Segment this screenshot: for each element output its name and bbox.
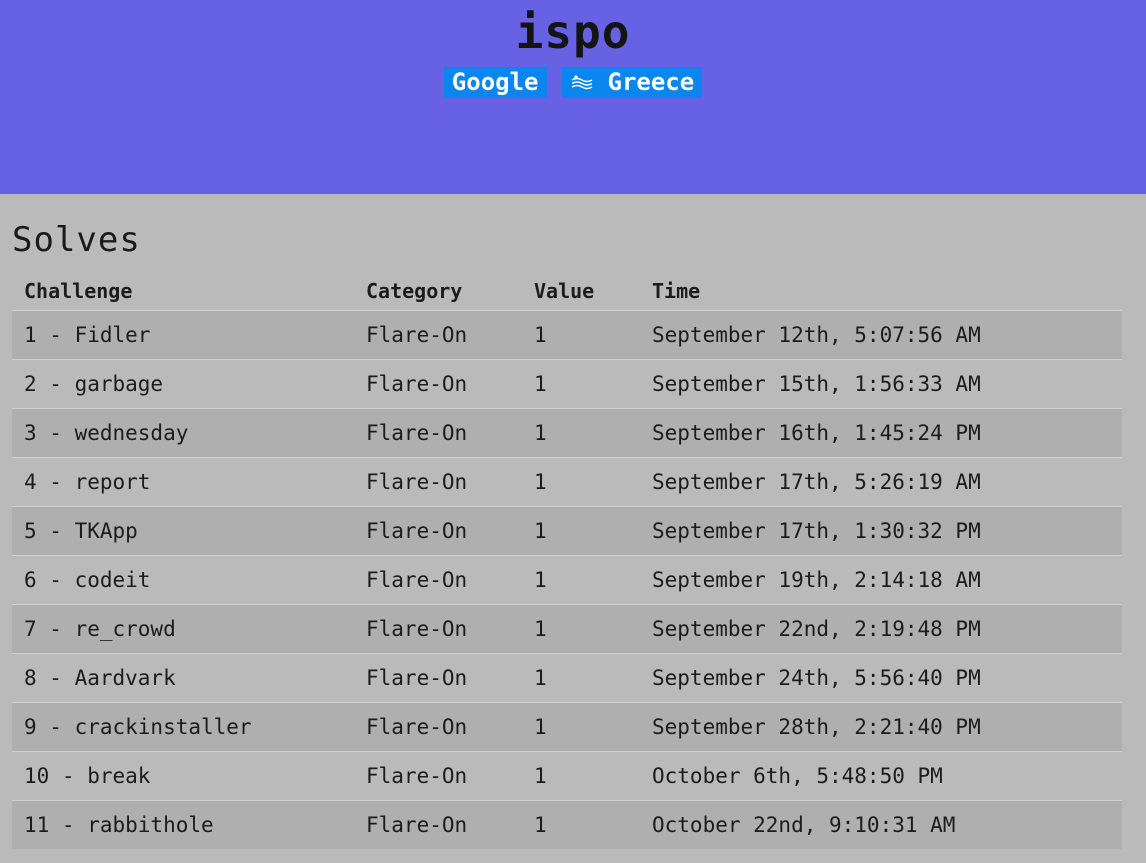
time-cell: September 17th, 1:30:32 PM	[640, 506, 1122, 556]
time-cell: September 12th, 5:07:56 AM	[640, 310, 1122, 360]
category-cell: Flare-On	[354, 702, 522, 752]
value-cell: 1	[522, 457, 640, 507]
challenge-link[interactable]: 6 - codeit	[12, 555, 354, 605]
time-cell: October 6th, 5:48:50 PM	[640, 751, 1122, 801]
time-cell: September 16th, 1:45:24 PM	[640, 408, 1122, 458]
value-cell: 1	[522, 506, 640, 556]
value-cell: 1	[522, 702, 640, 752]
table-row: 7 - re_crowd Flare-On 1 September 22nd, 2:1…	[12, 604, 1122, 654]
table-row: 6 - codeit Flare-On 1 September 19th, 2:14:…	[12, 555, 1122, 605]
challenge-link[interactable]: 1 - Fidler	[12, 310, 354, 360]
category-cell: Flare-On	[354, 457, 522, 507]
solves-table-body: 1 - Fidler Flare-On 1 September 12th, 5:07:…	[12, 310, 1122, 849]
category-cell: Flare-On	[354, 800, 522, 849]
challenge-link[interactable]: 11 - rabbithole	[12, 800, 354, 849]
time-cell: October 22nd, 9:10:31 AM	[640, 800, 1122, 849]
column-header-challenge[interactable]: Challenge	[12, 272, 354, 311]
challenge-link[interactable]: 5 - TKApp	[12, 506, 354, 556]
column-header-value[interactable]: Value	[522, 272, 640, 311]
time-cell: September 17th, 5:26:19 AM	[640, 457, 1122, 507]
challenge-link[interactable]: 7 - re_crowd	[12, 604, 354, 654]
table-row: 9 - crackinstaller Flare-On 1 September 28t…	[12, 702, 1122, 752]
table-row: 5 - TKApp Flare-On 1 September 17th, 1:30:3…	[12, 506, 1122, 556]
solves-table: Challenge Category Value Time 1 - Fidler…	[12, 272, 1122, 849]
affiliation-label: Google	[451, 68, 539, 96]
value-cell: 1	[522, 653, 640, 703]
table-row: 1 - Fidler Flare-On 1 September 12th, 5:07:…	[12, 310, 1122, 360]
column-header-category[interactable]: Category	[354, 272, 522, 311]
value-cell: 1	[522, 555, 640, 605]
solves-heading: Solves	[12, 220, 141, 260]
team-tags: Google Greece	[0, 67, 1146, 98]
country-label: Greece	[607, 68, 695, 96]
table-row: 10 - break Flare-On 1 October 6th, 5:48:50 …	[12, 751, 1122, 801]
challenge-link[interactable]: 9 - crackinstaller	[12, 702, 354, 752]
table-row: 4 - report Flare-On 1 September 17th, 5:26:…	[12, 457, 1122, 507]
table-row: 11 - rabbithole Flare-On 1 October 22nd, 9:…	[12, 800, 1122, 849]
table-row: 3 - wednesday Flare-On 1 September 16th, 1:…	[12, 408, 1122, 458]
country-badge: Greece	[561, 67, 703, 98]
category-cell: Flare-On	[354, 555, 522, 605]
challenge-link[interactable]: 2 - garbage	[12, 359, 354, 409]
value-cell: 1	[522, 800, 640, 849]
solves-section: Solves Challenge Category Value Time 1 -…	[0, 194, 1146, 849]
category-cell: Flare-On	[354, 359, 522, 409]
value-cell: 1	[522, 751, 640, 801]
category-cell: Flare-On	[354, 408, 522, 458]
value-cell: 1	[522, 310, 640, 360]
table-row: 2 - garbage Flare-On 1 September 15th, 1:56…	[12, 359, 1122, 409]
challenge-link[interactable]: 8 - Aardvark	[12, 653, 354, 703]
category-cell: Flare-On	[354, 506, 522, 556]
challenge-link[interactable]: 3 - wednesday	[12, 408, 354, 458]
table-header-row: Challenge Category Value Time	[12, 272, 1122, 311]
time-cell: September 22nd, 2:19:48 PM	[640, 604, 1122, 654]
time-cell: September 15th, 1:56:33 AM	[640, 359, 1122, 409]
greece-flag-icon	[569, 74, 596, 91]
challenge-link[interactable]: 10 - break	[12, 751, 354, 801]
table-row: 8 - Aardvark Flare-On 1 September 24th, 5:5…	[12, 653, 1122, 703]
category-cell: Flare-On	[354, 604, 522, 654]
value-cell: 1	[522, 604, 640, 654]
category-cell: Flare-On	[354, 310, 522, 360]
time-cell: September 28th, 2:21:40 PM	[640, 702, 1122, 752]
challenge-link[interactable]: 4 - report	[12, 457, 354, 507]
value-cell: 1	[522, 408, 640, 458]
affiliation-badge: Google	[443, 67, 547, 98]
team-header: ispo Google Greece	[0, 0, 1146, 194]
time-cell: September 19th, 2:14:18 AM	[640, 555, 1122, 605]
team-name: ispo	[515, 5, 631, 59]
time-cell: September 24th, 5:56:40 PM	[640, 653, 1122, 703]
value-cell: 1	[522, 359, 640, 409]
column-header-time[interactable]: Time	[640, 272, 1122, 311]
category-cell: Flare-On	[354, 653, 522, 703]
category-cell: Flare-On	[354, 751, 522, 801]
